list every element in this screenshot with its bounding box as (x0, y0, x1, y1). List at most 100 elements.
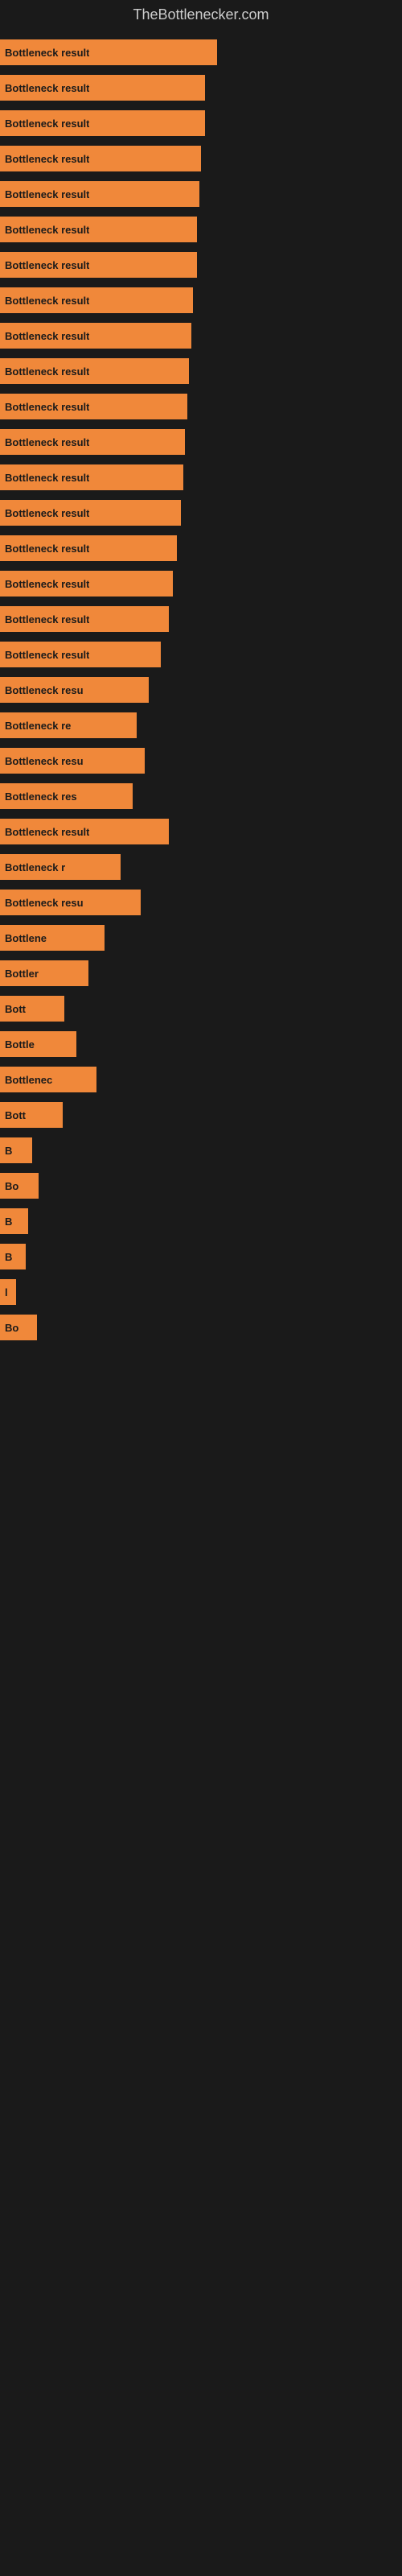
bottleneck-bar-30: Bott (0, 1102, 63, 1128)
bar-label-27: Bott (5, 1003, 26, 1015)
bar-label-29: Bottlenec (5, 1074, 52, 1086)
bottleneck-bar-36: Bo (0, 1315, 37, 1340)
bar-label-17: Bottleneck result (5, 649, 89, 661)
bar-row: Bottleneck result (0, 389, 402, 424)
bottleneck-bar-5: Bottleneck result (0, 217, 197, 242)
bottleneck-bar-32: Bo (0, 1173, 39, 1199)
bar-label-19: Bottleneck re (5, 720, 71, 732)
bar-label-36: Bo (5, 1322, 18, 1334)
bar-label-3: Bottleneck result (5, 153, 89, 165)
bar-row: Bottleneck r (0, 849, 402, 885)
bar-row: Bottleneck result (0, 283, 402, 318)
bottleneck-bar-33: B (0, 1208, 28, 1234)
bottleneck-bar-17: Bottleneck result (0, 642, 161, 667)
bottleneck-bar-11: Bottleneck result (0, 429, 185, 455)
bar-label-30: Bott (5, 1109, 26, 1121)
bar-label-9: Bottleneck result (5, 365, 89, 378)
bottleneck-bar-7: Bottleneck result (0, 287, 193, 313)
bar-label-7: Bottleneck result (5, 295, 89, 307)
bar-label-31: B (5, 1145, 12, 1157)
bottleneck-bar-20: Bottleneck resu (0, 748, 145, 774)
bottleneck-bar-15: Bottleneck result (0, 571, 173, 597)
bar-row: Bottlenec (0, 1062, 402, 1097)
bottleneck-bar-24: Bottleneck resu (0, 890, 141, 915)
bottleneck-bar-29: Bottlenec (0, 1067, 96, 1092)
bar-label-21: Bottleneck res (5, 791, 77, 803)
bottleneck-bar-35: l (0, 1279, 16, 1305)
bottleneck-bar-6: Bottleneck result (0, 252, 197, 278)
bottleneck-bar-13: Bottleneck result (0, 500, 181, 526)
bar-label-5: Bottleneck result (5, 224, 89, 236)
bars-container: Bottleneck result Bottleneck result Bottle… (0, 27, 402, 1353)
bar-label-1: Bottleneck result (5, 82, 89, 94)
bar-row: Bo (0, 1168, 402, 1203)
bar-row: Bottleneck result (0, 495, 402, 530)
bar-label-2: Bottleneck result (5, 118, 89, 130)
bottleneck-bar-8: Bottleneck result (0, 323, 191, 349)
bottleneck-bar-3: Bottleneck result (0, 146, 201, 171)
bar-row: Bottleneck re (0, 708, 402, 743)
bar-label-11: Bottleneck result (5, 436, 89, 448)
bottleneck-bar-2: Bottleneck result (0, 110, 205, 136)
bar-label-23: Bottleneck r (5, 861, 65, 873)
bar-label-14: Bottleneck result (5, 543, 89, 555)
bottleneck-bar-22: Bottleneck result (0, 819, 169, 844)
bar-row: l (0, 1274, 402, 1310)
bottleneck-bar-31: B (0, 1137, 32, 1163)
bar-row: Bottleneck result (0, 70, 402, 105)
bottleneck-bar-23: Bottleneck r (0, 854, 121, 880)
bar-label-20: Bottleneck resu (5, 755, 84, 767)
bar-row: Bottlene (0, 920, 402, 956)
bar-row: Bott (0, 1097, 402, 1133)
bottleneck-bar-18: Bottleneck resu (0, 677, 149, 703)
bar-row: Bottleneck result (0, 318, 402, 353)
bar-row: Bo (0, 1310, 402, 1345)
bar-row: Bottleneck resu (0, 672, 402, 708)
bottleneck-bar-21: Bottleneck res (0, 783, 133, 809)
bar-label-0: Bottleneck result (5, 47, 89, 59)
bar-row: Bottleneck result (0, 814, 402, 849)
bar-row: Bottleneck res (0, 778, 402, 814)
bottleneck-bar-14: Bottleneck result (0, 535, 177, 561)
bottleneck-bar-27: Bott (0, 996, 64, 1022)
bottleneck-bar-25: Bottlene (0, 925, 105, 951)
bar-row: Bottler (0, 956, 402, 991)
bar-label-32: Bo (5, 1180, 18, 1192)
bar-label-24: Bottleneck resu (5, 897, 84, 909)
bar-label-13: Bottleneck result (5, 507, 89, 519)
bottleneck-bar-26: Bottler (0, 960, 88, 986)
bar-row: Bottleneck result (0, 105, 402, 141)
bar-label-22: Bottleneck result (5, 826, 89, 838)
bottleneck-bar-16: Bottleneck result (0, 606, 169, 632)
bottleneck-bar-34: B (0, 1244, 26, 1269)
bar-label-33: B (5, 1216, 12, 1228)
bar-row: Bottleneck result (0, 176, 402, 212)
bar-row: B (0, 1239, 402, 1274)
bottleneck-bar-12: Bottleneck result (0, 464, 183, 490)
bar-label-16: Bottleneck result (5, 613, 89, 625)
bar-label-12: Bottleneck result (5, 472, 89, 484)
bar-row: Bottleneck result (0, 637, 402, 672)
bar-row: Bottleneck result (0, 247, 402, 283)
bar-label-26: Bottler (5, 968, 39, 980)
bar-row: Bottleneck result (0, 353, 402, 389)
bar-label-4: Bottleneck result (5, 188, 89, 200)
site-title: TheBottlenecker.com (0, 0, 402, 27)
bar-row: Bottleneck result (0, 141, 402, 176)
bar-label-6: Bottleneck result (5, 259, 89, 271)
bar-row: Bottleneck result (0, 424, 402, 460)
bar-label-18: Bottleneck resu (5, 684, 84, 696)
bar-row: Bottleneck result (0, 212, 402, 247)
bar-row: Bottle (0, 1026, 402, 1062)
bar-label-15: Bottleneck result (5, 578, 89, 590)
bar-label-25: Bottlene (5, 932, 47, 944)
bar-row: Bottleneck result (0, 530, 402, 566)
bar-row: Bottleneck result (0, 601, 402, 637)
bottleneck-bar-1: Bottleneck result (0, 75, 205, 101)
bar-row: Bottleneck resu (0, 743, 402, 778)
bar-row: Bottleneck result (0, 35, 402, 70)
bar-label-34: B (5, 1251, 12, 1263)
bar-row: Bottleneck result (0, 460, 402, 495)
bar-label-10: Bottleneck result (5, 401, 89, 413)
bar-row: Bottleneck result (0, 566, 402, 601)
